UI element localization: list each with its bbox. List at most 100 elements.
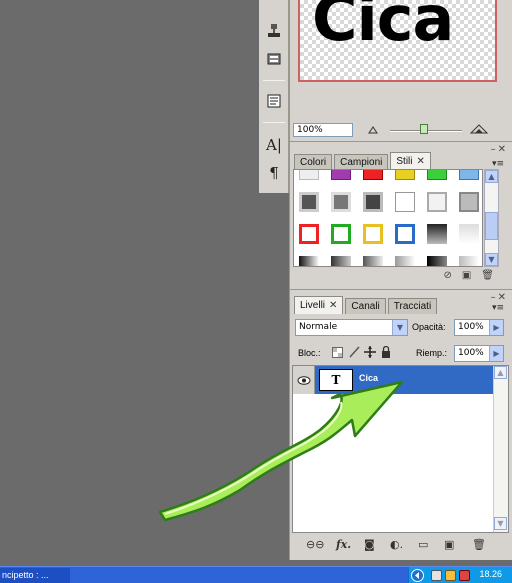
- tab-label: Canali: [351, 301, 380, 312]
- zoom-out-icon[interactable]: [368, 126, 378, 134]
- network-icon[interactable]: [431, 570, 442, 581]
- taskbar-item[interactable]: ncipetto : ...: [0, 568, 70, 583]
- chevron-down-icon[interactable]: ▼: [392, 320, 407, 335]
- navigator-panel: Cica 100%: [289, 0, 512, 141]
- tab-livelli[interactable]: Livelli ✕: [294, 296, 344, 314]
- blend-mode-value: Normale: [299, 322, 338, 332]
- tab-label: Campioni: [340, 157, 383, 168]
- tools-divider: [263, 122, 285, 123]
- style-swatch[interactable]: [395, 170, 415, 180]
- panel-window-controls[interactable]: –✕: [491, 144, 508, 155]
- lock-label: Bloc.:: [298, 348, 321, 358]
- style-swatch[interactable]: [299, 170, 319, 180]
- close-icon[interactable]: ✕: [417, 156, 425, 167]
- adjustment-layer-icon[interactable]: ◐.: [390, 538, 403, 551]
- tools-panel: A| ¶: [259, 0, 289, 193]
- lock-brush-icon[interactable]: [348, 346, 360, 358]
- lock-position-icon[interactable]: [364, 346, 376, 358]
- opacity-value: 100%: [458, 322, 484, 332]
- lock-transparency-icon[interactable]: [332, 347, 343, 358]
- navigator-preview[interactable]: Cica: [298, 0, 497, 82]
- style-swatch[interactable]: [395, 256, 415, 266]
- scroll-down-icon[interactable]: ▼: [494, 517, 507, 530]
- layers-panel: –✕ Livelli ✕ Canali Tracciati ▾≡ Normale …: [289, 289, 512, 560]
- tab-colori[interactable]: Colori: [294, 154, 333, 170]
- tab-stili[interactable]: Stili ✕: [390, 152, 431, 170]
- character-icon[interactable]: A|: [262, 134, 286, 156]
- layers-tabbar: Livelli ✕ Canali Tracciati: [294, 296, 439, 314]
- styles-scrollbar[interactable]: ▲ ▼: [484, 169, 499, 267]
- layer-mask-icon[interactable]: ◙: [364, 538, 375, 551]
- style-swatch[interactable]: [395, 224, 415, 244]
- new-group-icon[interactable]: ▭: [418, 538, 428, 551]
- styles-footer-icons[interactable]: ⊘▣🗑: [443, 270, 504, 281]
- link-layers-icon[interactable]: ⊖⊖: [306, 538, 324, 551]
- style-swatch[interactable]: [427, 224, 447, 244]
- scroll-up-icon[interactable]: ▲: [485, 170, 498, 183]
- taskbar: ncipetto : ... 18.26: [0, 566, 512, 583]
- opacity-label: Opacità:: [412, 322, 446, 332]
- blend-mode-select[interactable]: Normale ▼: [295, 319, 408, 336]
- history-brush-icon[interactable]: [262, 48, 286, 70]
- style-swatch[interactable]: [363, 224, 383, 244]
- tab-tracciati[interactable]: Tracciati: [387, 298, 438, 314]
- text-layer-thumbnail[interactable]: T: [319, 369, 353, 391]
- scroll-down-icon[interactable]: ▼: [485, 253, 498, 266]
- layers-scrollbar[interactable]: ▲ ▼: [493, 366, 508, 532]
- user-icon[interactable]: [445, 570, 456, 581]
- tab-label: Stili: [396, 156, 413, 167]
- style-swatch[interactable]: [299, 192, 319, 212]
- clock: 18.26: [479, 569, 502, 579]
- layers-footer: ⊖⊖ fx. ◙ ◐. ▭ ▣ 🗑: [290, 536, 512, 558]
- styles-tabbar: Colori Campioni Stili ✕: [294, 152, 433, 170]
- eye-icon[interactable]: [293, 366, 315, 394]
- chevron-right-icon[interactable]: ▶: [489, 320, 503, 335]
- style-swatch[interactable]: [299, 256, 319, 266]
- panel-window-controls[interactable]: –✕: [491, 292, 508, 303]
- layer-style-icon[interactable]: fx.: [336, 538, 351, 551]
- notes-icon[interactable]: [262, 90, 286, 112]
- style-swatch[interactable]: [427, 192, 447, 212]
- paragraph-icon[interactable]: ¶: [262, 162, 286, 184]
- layer-name[interactable]: Cica: [359, 373, 378, 383]
- lock-all-icon[interactable]: [381, 346, 391, 358]
- chevron-right-icon[interactable]: ▶: [489, 346, 503, 361]
- style-swatch[interactable]: [459, 192, 479, 212]
- style-swatch[interactable]: [427, 256, 447, 266]
- style-swatch[interactable]: [363, 192, 383, 212]
- zoom-slider-thumb[interactable]: [420, 124, 428, 134]
- security-icon[interactable]: [459, 570, 470, 581]
- style-swatch[interactable]: [331, 170, 351, 180]
- layer-row[interactable]: T Cica: [293, 366, 493, 394]
- style-swatch[interactable]: [331, 256, 351, 266]
- new-layer-icon[interactable]: ▣: [444, 538, 454, 551]
- close-icon[interactable]: ✕: [329, 300, 337, 311]
- tab-label: Livelli: [300, 300, 326, 311]
- style-swatch[interactable]: [299, 224, 319, 244]
- scroll-thumb[interactable]: [485, 212, 498, 240]
- fill-field[interactable]: 100% ▶: [454, 345, 504, 362]
- style-swatch[interactable]: [331, 192, 351, 212]
- tray-arrow-icon[interactable]: [411, 569, 424, 582]
- stamp-icon[interactable]: [262, 20, 286, 42]
- opacity-field[interactable]: 100% ▶: [454, 319, 504, 336]
- style-swatch[interactable]: [459, 170, 479, 180]
- scroll-up-icon[interactable]: ▲: [494, 366, 507, 379]
- layers-list: T Cica ▲ ▼: [292, 365, 509, 533]
- style-swatch[interactable]: [459, 224, 479, 244]
- panel-menu-icon[interactable]: ▾≡: [492, 303, 504, 313]
- style-swatch[interactable]: [363, 256, 383, 266]
- style-swatch[interactable]: [363, 170, 383, 180]
- system-tray: 18.26: [408, 567, 512, 583]
- zoom-input[interactable]: 100%: [293, 123, 353, 137]
- panel-menu-icon[interactable]: ▾≡: [492, 159, 504, 169]
- trash-icon[interactable]: 🗑: [472, 538, 486, 551]
- style-swatch[interactable]: [459, 256, 479, 266]
- navigator-preview-text: Cica: [312, 0, 454, 55]
- style-swatch[interactable]: [331, 224, 351, 244]
- style-swatch[interactable]: [427, 170, 447, 180]
- tab-campioni[interactable]: Campioni: [334, 154, 389, 170]
- zoom-in-icon[interactable]: [470, 124, 488, 134]
- tab-canali[interactable]: Canali: [345, 298, 386, 314]
- style-swatch[interactable]: [395, 192, 415, 212]
